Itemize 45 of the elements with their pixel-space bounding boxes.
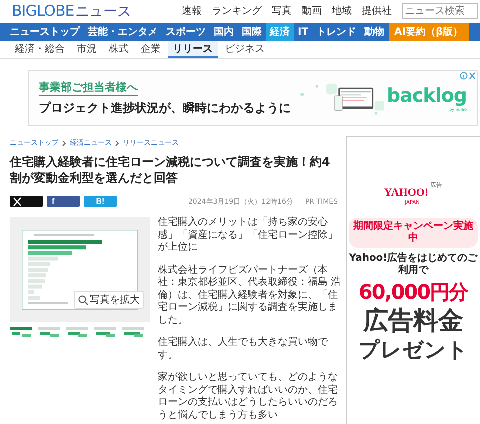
- search-icon: [78, 295, 88, 305]
- header-link[interactable]: 写真: [272, 4, 292, 18]
- ad-headline: プレゼント: [358, 337, 468, 364]
- ad-lead: Yahoo!広告をはじめてのご利用で: [349, 253, 478, 277]
- x-share-button[interactable]: [10, 196, 43, 207]
- nav-tab[interactable]: 国際: [238, 23, 266, 41]
- site-logo-service[interactable]: ニュース: [75, 2, 132, 20]
- article-paragraph: 株式会社ライフビズパートナーズ（本社：東京都杉並区、代表取締役：福島 浩倫）は、住宅購入経験者を対象に、「住宅ローン減税」に関する調査を実施しました。: [158, 264, 342, 327]
- nav-tab[interactable]: スポーツ: [162, 23, 210, 41]
- nav-tab[interactable]: IT: [294, 23, 313, 41]
- campaign-pill: 期間限定キャンペーン実施中: [349, 218, 478, 248]
- nav-tab[interactable]: 動物: [360, 23, 389, 41]
- nav-tab[interactable]: 芸能・エンタメ: [84, 23, 162, 41]
- article-title: 住宅購入経験者に住宅ローン減税について調査を実施！約4割が変動金利型を選んだと回答: [10, 154, 332, 186]
- subnav-tab[interactable]: 市況: [72, 41, 102, 58]
- search-field[interactable]: ニュース検索: [402, 3, 478, 19]
- article-paragraph: 家が欲しいと思っていても、どのようなタイミングで購入すればいいのか、住宅ローンの支払いはどうしたらいいのだろうと悩んでしまう方も多い: [158, 372, 339, 422]
- yahoo-logo: YAHOO!: [384, 187, 429, 199]
- subnav-tab[interactable]: 経済・総合: [10, 41, 70, 58]
- chevron-icon: [115, 140, 120, 146]
- nav-tab[interactable]: 国内: [210, 23, 238, 41]
- header-link[interactable]: 速報: [182, 4, 202, 18]
- ad-headline: 広告料金: [364, 306, 464, 336]
- ad-choices-icon[interactable]: [460, 72, 476, 80]
- header-link[interactable]: ランキング: [212, 4, 262, 18]
- backlog-logo: backlog: [387, 84, 467, 106]
- header-link[interactable]: 提供社: [362, 4, 392, 18]
- x-logo-icon: [13, 196, 22, 206]
- ad-headline: 事業部ご担当者様へ: [39, 80, 138, 96]
- header-link[interactable]: 動画: [302, 4, 322, 18]
- ad-amount: 60,000円分: [358, 279, 468, 306]
- header-link[interactable]: 地域: [332, 4, 352, 18]
- nav-tab[interactable]: ニューストップ: [6, 23, 84, 41]
- facebook-share-button[interactable]: f: [47, 196, 80, 207]
- article-paragraph: 住宅購入のメリットは「持ち家の安心感」「資産になる」「住宅ローン控除」が上位に: [158, 217, 339, 254]
- nav-tab[interactable]: トレンド: [312, 23, 361, 41]
- subnav-tab[interactable]: ビジネス: [220, 41, 270, 58]
- subnav-tab[interactable]: 企業: [136, 41, 166, 58]
- article-paragraph: 住宅購入は、人生でも大きな買い物です。: [158, 337, 329, 362]
- subnav-tab[interactable]: 株式: [104, 41, 134, 58]
- chevron-icon: [62, 140, 67, 146]
- site-logo-brand[interactable]: BIGLOBE: [12, 2, 74, 20]
- enlarge-photo-button[interactable]: 写真を拡大: [74, 291, 144, 309]
- subnav-tab[interactable]: リリース: [168, 41, 218, 58]
- ad-tagline: プロジェクト進捗状況が、瞬時にわかるように: [39, 100, 291, 116]
